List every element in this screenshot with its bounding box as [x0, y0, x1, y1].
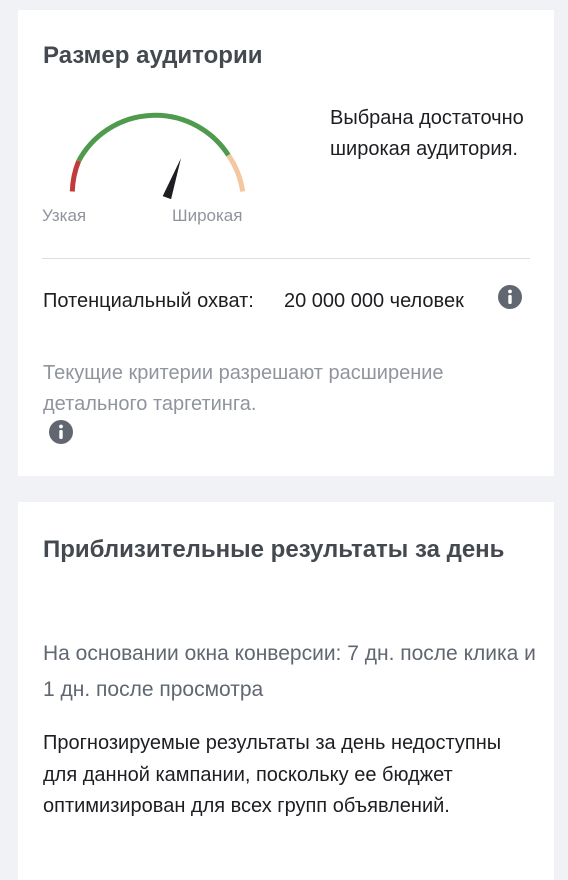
daily-results-card: Приблизительные результаты за день На ос… — [18, 502, 554, 880]
audience-size-title: Размер аудитории — [43, 42, 263, 69]
gauge-label-narrow: Узкая — [42, 206, 87, 225]
potential-reach-label: Потенциальный охват: — [43, 290, 254, 312]
gauge-needle — [162, 158, 181, 200]
info-icon[interactable] — [498, 285, 522, 309]
forecast-text: Прогнозируемые результаты за день недост… — [43, 732, 502, 817]
audience-description: Выбрана достаточно широкая аудитория. — [330, 107, 524, 160]
daily-results-title: Приблизительные результаты за день — [43, 536, 505, 563]
gauge-label-wide: Широкая — [172, 206, 243, 225]
gauge-arc-ok — [76, 112, 231, 163]
info-icon[interactable] — [49, 420, 73, 444]
criteria-text: Текущие критерии разрешают расширение де… — [43, 362, 444, 415]
divider — [42, 258, 530, 259]
conversion-window-text: На основании окна конверсии: 7 дн. после… — [43, 642, 536, 701]
audience-size-card: Размер аудитории Узкая Широкая Выбрана д… — [18, 10, 554, 476]
gauge-arc-narrow — [69, 159, 82, 192]
potential-reach-value: 20 000 000 человек — [284, 290, 464, 312]
gauge-arc-wide — [226, 153, 246, 192]
